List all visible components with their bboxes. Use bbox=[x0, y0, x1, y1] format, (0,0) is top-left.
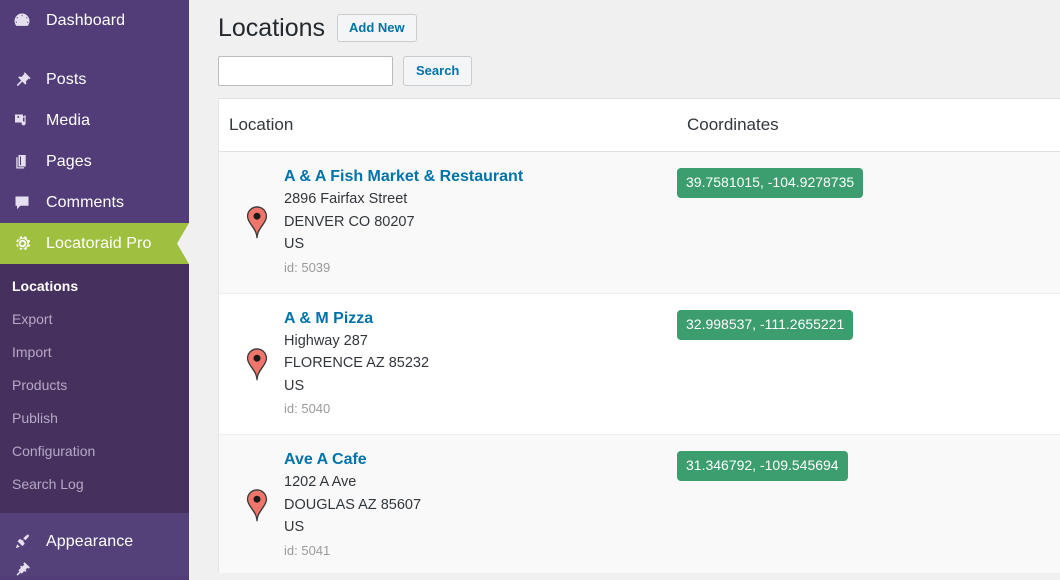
media-icon bbox=[12, 111, 40, 131]
dashboard-icon bbox=[12, 11, 40, 31]
sidebar-submenu: Locations Export Import Products Publish… bbox=[0, 264, 189, 513]
table-head: Location Coordinates bbox=[219, 99, 1060, 152]
location-id-label: id: 5039 bbox=[284, 259, 331, 275]
page-header: Locations Add New bbox=[189, 0, 1060, 46]
sidebar-item-media[interactable]: Media bbox=[0, 100, 189, 141]
sidebar-item-comments[interactable]: Comments bbox=[0, 182, 189, 223]
sidebar-item-appearance[interactable]: Appearance bbox=[0, 521, 189, 562]
location-name-link[interactable]: A & M Pizza bbox=[284, 308, 429, 330]
appearance-brush-icon bbox=[12, 532, 40, 552]
column-header-location[interactable]: Location bbox=[219, 99, 677, 152]
location-cell: A & A Fish Market & Restaurant 2896 Fairf… bbox=[219, 152, 677, 294]
location-country: US bbox=[284, 519, 305, 535]
location-address-line: 2896 Fairfax Street bbox=[284, 191, 408, 207]
sidebar-item-label: Media bbox=[46, 111, 91, 129]
location-cell: A & M Pizza Highway 287 FLORENCE AZ 85232 U… bbox=[219, 293, 677, 435]
sidebar-content-group: Posts Media Pages Comments Locatoraid Pr… bbox=[0, 59, 189, 264]
map-pin-icon[interactable] bbox=[229, 484, 284, 524]
sidebar-item-label: Comments bbox=[46, 193, 125, 211]
table-row: A & A Fish Market & Restaurant 2896 Fairf… bbox=[219, 151, 1060, 294]
sidebar-item-publish[interactable]: Publish bbox=[0, 402, 189, 435]
table-row: Ave A Cafe 1202 A Ave DOUGLAS AZ 85607 US id… bbox=[219, 434, 1060, 574]
active-notch bbox=[177, 223, 189, 264]
sidebar-item-label: Pages bbox=[46, 152, 92, 170]
sidebar-item-configuration[interactable]: Configuration bbox=[0, 435, 189, 468]
location-name-link[interactable]: Ave A Cafe bbox=[284, 449, 421, 471]
sidebar-divider-2 bbox=[0, 513, 189, 521]
location-cell: Ave A Cafe 1202 A Ave DOUGLAS AZ 85607 US id… bbox=[219, 435, 677, 574]
add-new-button[interactable]: Add New bbox=[337, 14, 417, 42]
column-header-coordinates[interactable]: Coordinates bbox=[677, 99, 1060, 152]
location-address-line: 1202 A Ave bbox=[284, 474, 357, 490]
location-city-state-zip: FLORENCE AZ 85232 bbox=[284, 355, 430, 371]
search-input[interactable] bbox=[218, 56, 393, 86]
sidebar-item-partial-next[interactable] bbox=[0, 562, 189, 576]
sidebar-item-search-log[interactable]: Search Log bbox=[0, 468, 189, 501]
location-country: US bbox=[284, 377, 305, 394]
location-id-label: id: 5041 bbox=[284, 542, 331, 558]
table-row: A & M Pizza Highway 287 FLORENCE AZ 85232 U… bbox=[219, 293, 1060, 435]
location-name-link[interactable]: A & A Fish Market & Restaurant bbox=[284, 166, 523, 188]
comments-icon bbox=[12, 193, 40, 213]
locations-table-wrapper: Location Coordinates A & A Fish Market &… bbox=[218, 98, 1060, 573]
sidebar-item-import[interactable]: Import bbox=[0, 336, 189, 369]
search-row: Search bbox=[189, 46, 1060, 98]
pages-icon bbox=[12, 152, 40, 172]
main-content: Locations Add New Search Location Coordi… bbox=[189, 0, 1060, 580]
sidebar-item-label: Appearance bbox=[46, 532, 134, 550]
location-id-label: id: 5040 bbox=[284, 401, 331, 416]
sidebar-item-label: Locatoraid Pro bbox=[46, 234, 152, 252]
sidebar-item-posts[interactable]: Posts bbox=[0, 59, 189, 100]
sidebar-item-label: Posts bbox=[46, 70, 87, 88]
admin-sidebar: Dashboard Posts Media Pages Comments Loc… bbox=[0, 0, 189, 580]
location-address-line: Highway 287 bbox=[284, 332, 368, 349]
table-header-row: Location Coordinates bbox=[219, 99, 1060, 152]
coordinates-cell: 32.998537, -111.2655221 bbox=[677, 293, 1060, 435]
coordinates-badge[interactable]: 32.998537, -111.2655221 bbox=[677, 309, 854, 340]
coordinates-badge[interactable]: 31.346792, -109.545694 bbox=[677, 451, 848, 481]
location-country: US bbox=[284, 236, 305, 252]
wordpress-admin-screen: Dashboard Posts Media Pages Comments Loc… bbox=[0, 0, 1060, 580]
location-city-state-zip: DOUGLAS AZ 85607 bbox=[284, 496, 422, 513]
table-body: A & A Fish Market & Restaurant 2896 Fairf… bbox=[219, 151, 1060, 574]
coordinates-cell: 39.7581015, -104.9278735 bbox=[677, 152, 1060, 294]
locations-table: Location Coordinates A & A Fish Market &… bbox=[219, 99, 1060, 573]
map-pin-icon[interactable] bbox=[229, 343, 284, 383]
sidebar-item-pages[interactable]: Pages bbox=[0, 141, 189, 182]
pin-icon bbox=[12, 70, 40, 90]
page-title: Locations bbox=[218, 14, 326, 42]
sidebar-divider-1 bbox=[0, 41, 189, 59]
sidebar-item-locatoraid-pro[interactable]: Locatoraid Pro bbox=[0, 223, 189, 264]
sidebar-item-export[interactable]: Export bbox=[0, 303, 189, 336]
map-pin-icon[interactable] bbox=[229, 201, 284, 241]
sidebar-item-products[interactable]: Products bbox=[0, 369, 189, 402]
sidebar-top-group: Dashboard bbox=[0, 0, 189, 41]
coordinates-cell: 31.346792, -109.545694 bbox=[677, 435, 1060, 574]
sidebar-item-label: Dashboard bbox=[46, 11, 126, 29]
sidebar-item-locations[interactable]: Locations bbox=[0, 270, 189, 303]
coordinates-badge[interactable]: 39.7581015, -104.9278735 bbox=[677, 168, 864, 198]
location-city-state-zip: DENVER CO 80207 bbox=[284, 213, 415, 230]
gear-icon bbox=[12, 233, 40, 254]
sidebar-item-dashboard[interactable]: Dashboard bbox=[0, 0, 189, 41]
sidebar-bottom-group: Appearance bbox=[0, 513, 189, 576]
search-button[interactable]: Search bbox=[403, 56, 473, 86]
plugins-icon bbox=[12, 562, 40, 576]
